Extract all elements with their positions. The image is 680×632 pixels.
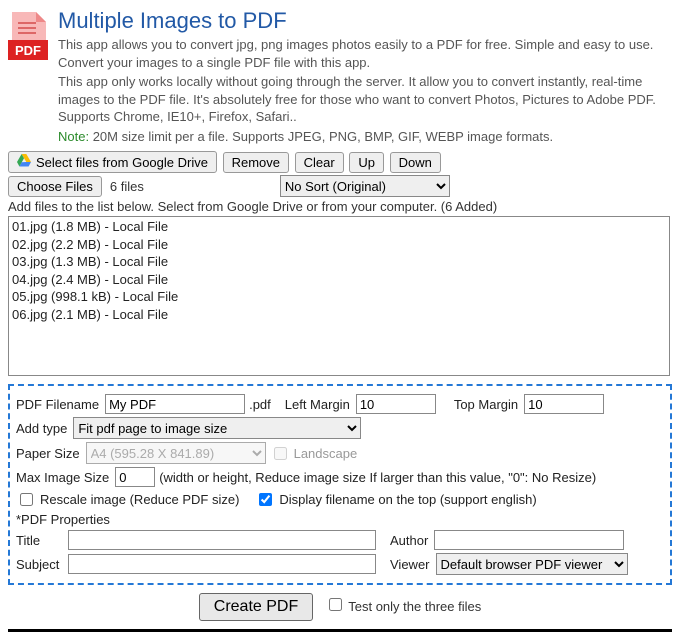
page-title: Multiple Images to PDF bbox=[58, 8, 672, 34]
top-margin-input[interactable] bbox=[524, 394, 604, 414]
pdf-ext: .pdf bbox=[249, 397, 271, 412]
subject-label: Subject bbox=[16, 557, 62, 572]
add-type-label: Add type bbox=[16, 421, 67, 436]
rescale-label: Rescale image (Reduce PDF size) bbox=[40, 492, 239, 507]
landscape-label: Landscape bbox=[294, 446, 358, 461]
title-input[interactable] bbox=[68, 530, 376, 550]
file-count: 6 files bbox=[110, 179, 144, 194]
note-label: Note: bbox=[58, 129, 89, 144]
note: Note: 20M size limit per a file. Support… bbox=[58, 128, 672, 146]
rescale-checkbox[interactable] bbox=[20, 493, 33, 506]
pdf-icon: PDF bbox=[8, 12, 48, 63]
create-pdf-button[interactable]: Create PDF bbox=[199, 593, 313, 621]
up-button[interactable]: Up bbox=[349, 152, 384, 173]
viewer-select[interactable]: Default browser PDF viewer bbox=[436, 553, 628, 575]
file-list-label: Add files to the list below. Select from… bbox=[8, 199, 672, 214]
description-2: This app only works locally without goin… bbox=[58, 73, 672, 126]
viewer-label: Viewer bbox=[390, 557, 430, 572]
google-drive-button[interactable]: Select files from Google Drive bbox=[8, 151, 217, 173]
list-item[interactable]: 06.jpg (2.1 MB) - Local File bbox=[12, 306, 666, 324]
google-drive-label: Select files from Google Drive bbox=[36, 155, 208, 170]
clear-button[interactable]: Clear bbox=[295, 152, 344, 173]
author-input[interactable] bbox=[434, 530, 624, 550]
list-item[interactable]: 03.jpg (1.3 MB) - Local File bbox=[12, 253, 666, 271]
pdf-properties-label: *PDF Properties bbox=[16, 512, 664, 527]
paper-size-label: Paper Size bbox=[16, 446, 80, 461]
left-margin-input[interactable] bbox=[356, 394, 436, 414]
display-filename-label: Display filename on the top (support eng… bbox=[279, 492, 536, 507]
description-1: This app allows you to convert jpg, png … bbox=[58, 36, 672, 71]
google-drive-icon bbox=[17, 154, 31, 170]
list-item[interactable]: 01.jpg (1.8 MB) - Local File bbox=[12, 218, 666, 236]
title-label: Title bbox=[16, 533, 62, 548]
max-image-size-hint: (width or height, Reduce image size If l… bbox=[159, 470, 596, 485]
pdf-filename-label: PDF Filename bbox=[16, 397, 99, 412]
max-image-size-input[interactable] bbox=[115, 467, 155, 487]
list-item[interactable]: 05.jpg (998.1 kB) - Local File bbox=[12, 288, 666, 306]
paper-size-select: A4 (595.28 X 841.89) bbox=[86, 442, 266, 464]
left-margin-label: Left Margin bbox=[285, 397, 350, 412]
landscape-checkbox bbox=[274, 447, 287, 460]
author-label: Author bbox=[390, 533, 428, 548]
list-item[interactable]: 02.jpg (2.2 MB) - Local File bbox=[12, 236, 666, 254]
sort-select[interactable]: No Sort (Original) bbox=[280, 175, 450, 197]
note-text: 20M size limit per a file. Supports JPEG… bbox=[89, 129, 553, 144]
file-list[interactable]: 01.jpg (1.8 MB) - Local File 02.jpg (2.2… bbox=[8, 216, 670, 376]
add-type-select[interactable]: Fit pdf page to image size bbox=[73, 417, 361, 439]
pdf-filename-input[interactable] bbox=[105, 394, 245, 414]
max-image-size-label: Max Image Size bbox=[16, 470, 109, 485]
options-panel: PDF Filename .pdf Left Margin Top Margin… bbox=[8, 384, 672, 585]
test-only-checkbox[interactable] bbox=[329, 598, 342, 611]
list-item[interactable]: 04.jpg (2.4 MB) - Local File bbox=[12, 271, 666, 289]
display-filename-checkbox[interactable] bbox=[259, 493, 272, 506]
remove-button[interactable]: Remove bbox=[223, 152, 289, 173]
top-margin-label: Top Margin bbox=[454, 397, 518, 412]
svg-text:PDF: PDF bbox=[15, 43, 41, 58]
down-button[interactable]: Down bbox=[390, 152, 441, 173]
test-only-label: Test only the three files bbox=[348, 599, 481, 614]
choose-files-button[interactable]: Choose Files bbox=[8, 176, 102, 197]
subject-input[interactable] bbox=[68, 554, 376, 574]
